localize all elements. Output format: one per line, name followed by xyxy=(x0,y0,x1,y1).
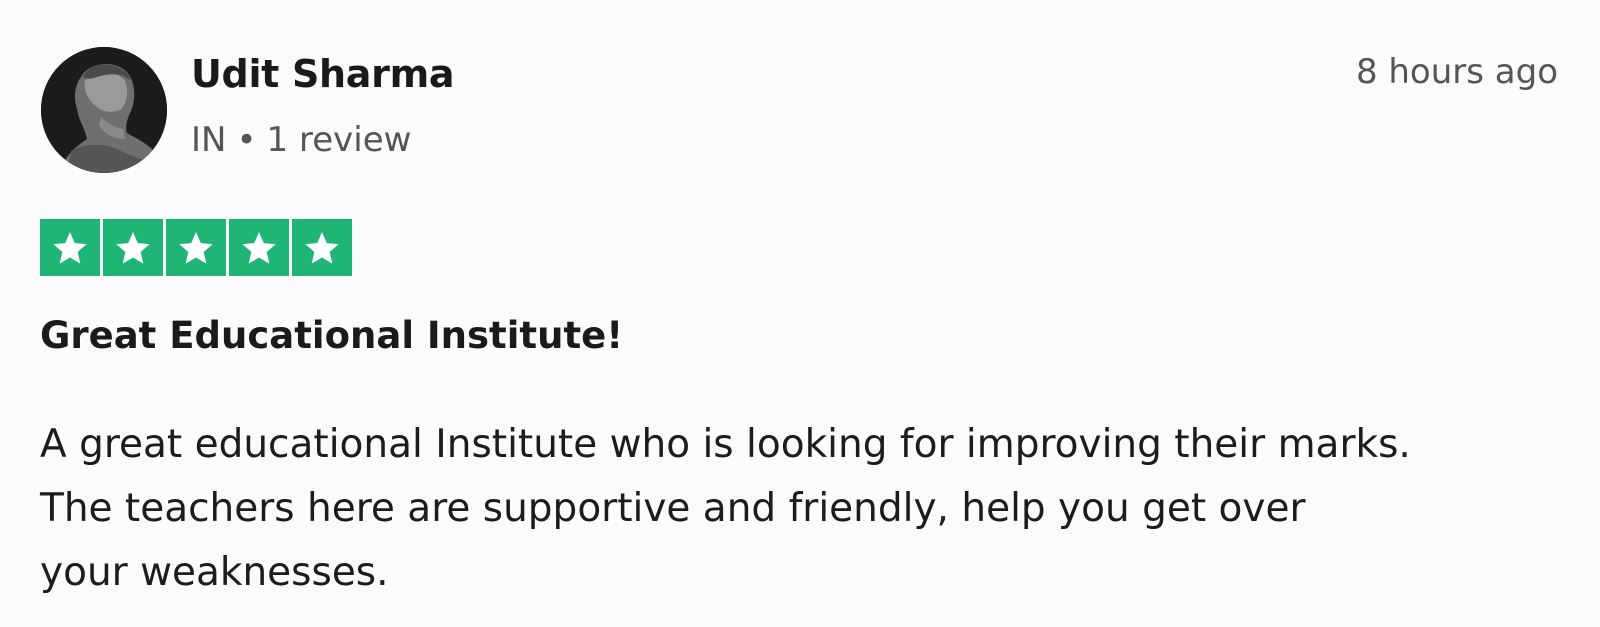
review-title: Great Educational Institute! xyxy=(40,314,624,357)
review-date: 8 hours ago xyxy=(1355,52,1558,92)
star-icon xyxy=(229,219,289,276)
avatar-image xyxy=(41,47,167,173)
star-icon xyxy=(103,219,163,276)
avatar[interactable] xyxy=(41,47,167,173)
review-body-line: The teachers here are supportive and fri… xyxy=(40,486,1306,531)
reviewer-review-count[interactable]: 1 review xyxy=(267,120,412,160)
review-card: Udit Sharma IN • 1 review 8 hours ago Grea… xyxy=(0,0,1600,627)
review-body-line: your weaknesses. xyxy=(40,550,389,595)
star-icon xyxy=(292,219,352,276)
star-icon xyxy=(166,219,226,276)
reviewer-country: IN xyxy=(191,120,227,160)
review-body: A great educational Institute who is loo… xyxy=(40,413,1540,605)
star-rating xyxy=(40,219,352,276)
reviewer-meta: IN • 1 review xyxy=(191,120,411,160)
reviewer-name[interactable]: Udit Sharma xyxy=(191,52,455,96)
star-icon xyxy=(40,219,100,276)
meta-separator: • xyxy=(236,120,257,160)
review-body-line: A great educational Institute who is loo… xyxy=(40,422,1411,467)
